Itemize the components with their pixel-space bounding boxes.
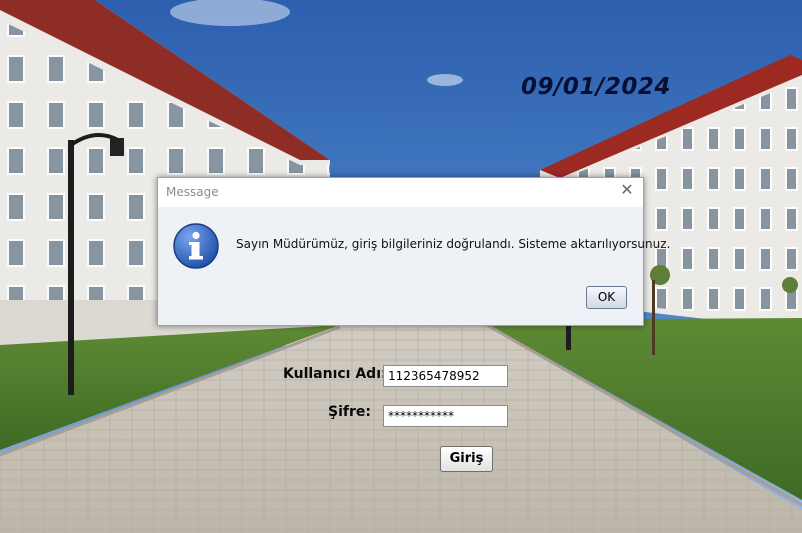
dialog-body: Sayın Müdürümüz, giriş bilgileriniz doğr… (158, 207, 670, 325)
username-label: Kullanıcı Adı: (283, 366, 387, 382)
date-display: 09/01/2024 (521, 74, 671, 100)
close-icon[interactable]: ✕ (618, 182, 636, 200)
login-button[interactable]: Giriş (440, 446, 493, 472)
password-label: Şifre: (328, 404, 371, 420)
dialog-title: Message (166, 185, 219, 199)
dialog-title-bar[interactable]: Message ✕ (158, 178, 643, 207)
password-input[interactable]: *********** (383, 405, 508, 427)
dialog-message: Sayın Müdürümüz, giriş bilgileriniz doğr… (236, 237, 671, 251)
message-dialog: Message ✕ Sayın Müdürümüz, giriş bilgile… (157, 177, 670, 326)
username-input[interactable]: 112365478952 (383, 365, 508, 387)
info-icon (173, 223, 219, 269)
ok-button[interactable]: OK (586, 286, 627, 309)
